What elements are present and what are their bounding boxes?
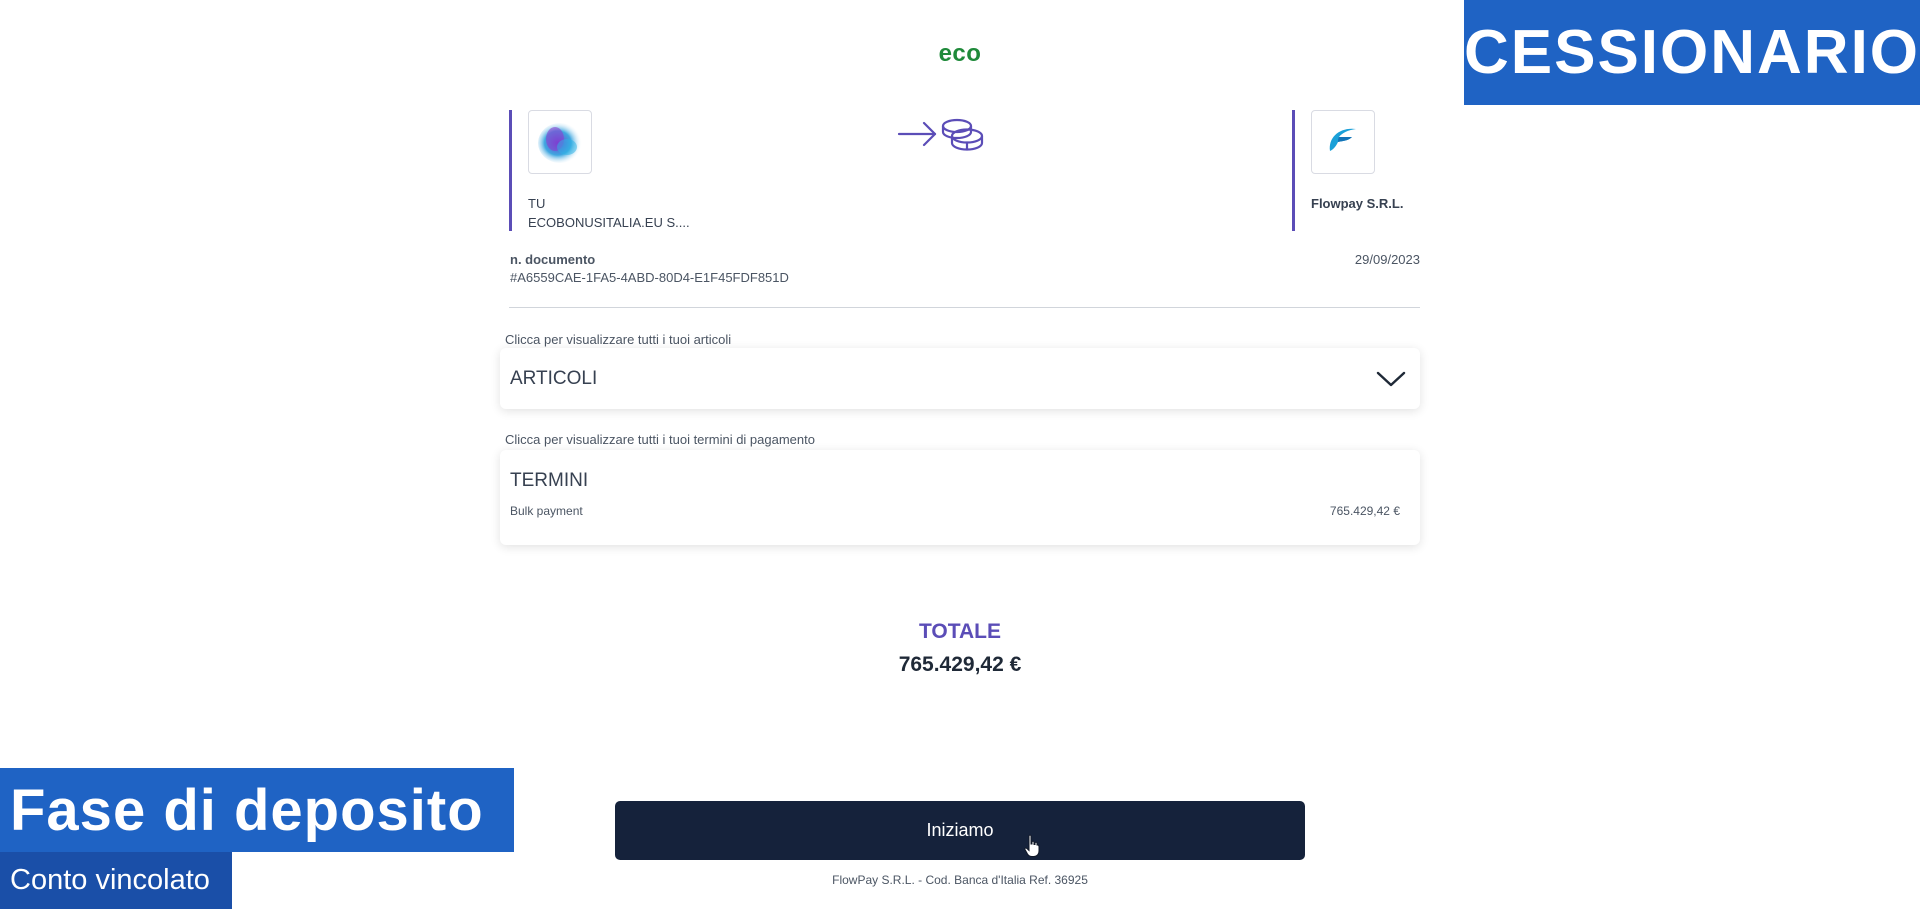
sender-name: ECOBONUSITALIA.EU S.... [528,215,690,230]
chevron-down-icon[interactable] [1376,370,1406,388]
footer-text: FlowPay S.R.L. - Cod. Banca d'Italia Ref… [832,873,1088,887]
receiver-party: Flowpay S.R.L. [1292,110,1422,231]
divider [509,307,1420,308]
terms-card[interactable]: TERMINI Bulk payment 765.429,42 € [500,450,1420,545]
document-date: 29/09/2023 [1354,252,1420,267]
start-button[interactable]: Iniziamo [615,801,1305,860]
terms-title: TERMINI [510,470,589,491]
terms-row: Bulk payment 765.429,42 € [510,504,1400,518]
sender-party: TU ECOBONUSITALIA.EU S.... [509,110,809,231]
phase-tag: Fase di deposito [0,768,514,852]
total-label: TOTALE [918,620,1002,643]
articles-accordion[interactable]: ARTICOLI [500,348,1420,409]
hand-pointer-icon [1024,834,1040,857]
document-number-label: n. documento [510,252,596,267]
articles-hint: Clicca per visualizzare tutti i tuoi art… [505,332,732,347]
total-value: 765.429,42 € [898,653,1022,676]
receiver-avatar [1311,110,1375,174]
flowpay-logo-icon [1329,128,1356,151]
sender-avatar [528,110,592,174]
terms-row-label: Bulk payment [510,504,583,518]
corner-tag: CESSIONARIO [1464,0,1920,105]
ecobonus-logo-icon [538,123,582,163]
sender-label: TU [528,196,546,211]
document-number: #A6559CAE-1FA5-4ABD-80D4-E1F45FDF851D [510,270,789,285]
arrow-coins-icon [897,118,984,151]
articles-title: ARTICOLI [510,367,598,389]
document-meta: n. documento #A6559CAE-1FA5-4ABD-80D4-E1… [510,252,1420,285]
terms-row-amount: 765.429,42 € [1329,504,1400,518]
terms-hint: Clicca per visualizzare tutti i tuoi ter… [505,432,815,447]
receiver-name: Flowpay S.R.L. [1311,196,1404,211]
